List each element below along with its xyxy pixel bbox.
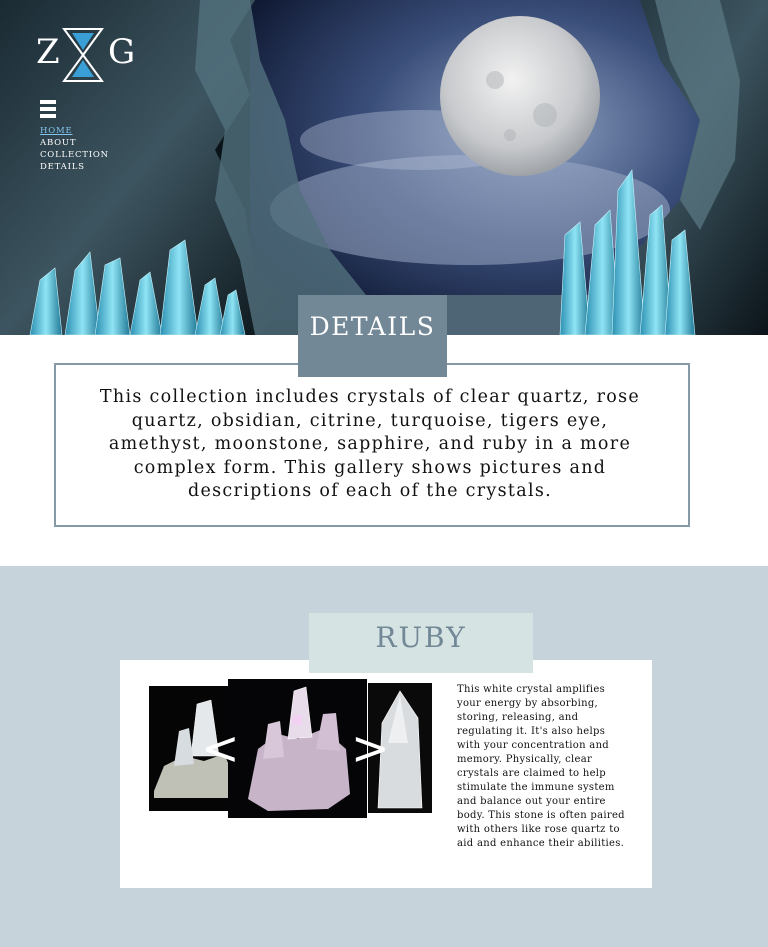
logo-bowtie-icon <box>62 28 104 82</box>
nav-item-collection[interactable]: COLLECTION <box>40 149 109 161</box>
carousel-next-arrow[interactable]: > <box>351 725 390 771</box>
hamburger-menu-icon[interactable] <box>40 100 56 120</box>
nav-item-about[interactable]: ABOUT <box>40 137 109 149</box>
carousel-prev-arrow[interactable]: < <box>201 725 240 771</box>
ruby-heading: RUBY <box>309 613 533 673</box>
hero-banner: Z G HOME ABOUT COLLECTION DETAILS <box>0 0 768 335</box>
brand-logo[interactable]: Z G <box>36 26 136 84</box>
amethyst-cluster-image <box>228 679 367 818</box>
logo-letter-z: Z <box>36 32 61 72</box>
logo-letter-g: G <box>108 32 137 72</box>
crystal-carousel: < > <box>149 679 432 819</box>
nav-item-details[interactable]: DETAILS <box>40 161 109 173</box>
main-navigation: HOME ABOUT COLLECTION DETAILS <box>40 125 109 173</box>
details-description: This collection includes crystals of cle… <box>99 387 641 501</box>
nav-item-home[interactable]: HOME <box>40 125 109 137</box>
carousel-slide-active[interactable] <box>228 679 367 818</box>
ruby-description: This white crystal amplifies your energy… <box>457 684 625 849</box>
details-heading: DETAILS <box>298 295 447 377</box>
